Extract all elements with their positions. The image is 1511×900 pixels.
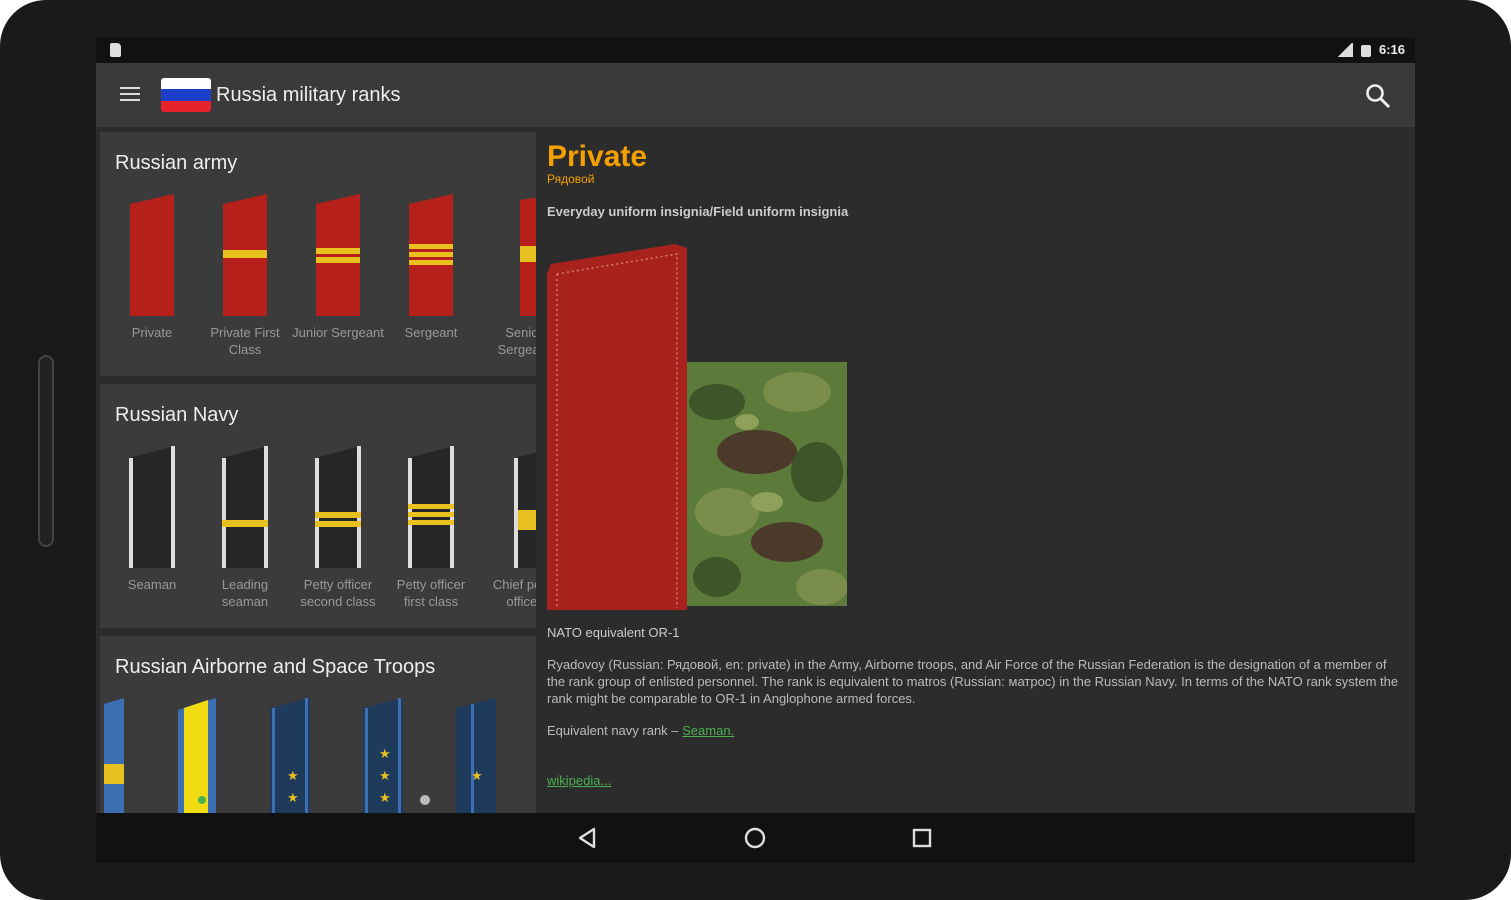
equiv-prefix: Equivalent navy rank – [547,723,683,738]
app-title: Russia military ranks [216,84,401,106]
nato-equivalent: NATO equivalent OR-1 [547,625,680,640]
navy-insignia [514,452,536,568]
rank-label: Petty officer second class [300,577,376,609]
navy-insignia [129,446,175,568]
rank-title: Private [547,140,648,173]
sd-card-icon [110,43,121,57]
app-bar: Russia military ranks [96,63,1415,127]
search-icon[interactable] [1365,83,1391,109]
back-icon[interactable] [576,826,600,850]
army-insignia [409,194,453,316]
rank-item-private[interactable]: Private [106,192,198,341]
army-insignia [316,194,360,316]
hardware-button [38,355,54,547]
rank-detail: Private Рядовой Everyday uniform insigni… [542,132,1415,861]
rank-label: Petty officer first class [396,577,466,609]
rank-item-senior-sergeant[interactable]: Senior Sergeant [478,192,536,358]
section-title: Russian Airborne and Space Troops [115,656,436,678]
screen: 6:16 Russia military ranks Russian army … [96,38,1415,861]
seaman-link[interactable]: Seaman. [682,723,734,738]
rank-label: Junior Sergeant [292,325,384,340]
status-bar: 6:16 [96,38,1415,63]
svg-text:★: ★ [379,746,391,761]
everyday-uniform-insignia [547,244,687,610]
uniform-label: Everyday uniform insignia/Field uniform … [547,204,849,219]
svg-text:★: ★ [287,768,299,783]
rank-label: Chief petty officer [492,577,536,609]
rank-item-petty-officer-second-class[interactable]: Petty officer second class [292,444,384,610]
field-uniform-insignia [687,362,847,606]
navy-card: Russian Navy Seaman Leading seaman Petty… [100,384,536,628]
rank-sections: Russian army Private Private First Class [100,132,536,861]
rank-description: Ryadovoy (Russian: Рядовой, en: private)… [547,657,1399,706]
menu-icon[interactable] [120,87,140,103]
wikipedia-link-container: wikipedia... [547,773,611,788]
rank-label: Senior Sergeant [497,325,536,357]
russia-flag-icon [161,78,211,112]
army-insignia [520,197,536,316]
navigation-bar [96,813,1415,863]
recents-icon[interactable] [910,826,934,850]
rank-item-junior-sergeant[interactable]: Junior Sergeant [292,192,384,341]
rank-label: Private First Class [210,325,280,357]
navy-insignia [408,446,454,568]
signal-icon [1336,42,1353,57]
rank-item-seaman[interactable]: Seaman [106,444,198,593]
section-title: Russian Navy [115,404,239,426]
rank-item-chief-petty-officer[interactable]: Chief petty officer [478,444,536,610]
navy-insignia [222,446,268,568]
svg-text:★: ★ [471,768,483,783]
army-card: Russian army Private Private First Class [100,132,536,376]
home-icon[interactable] [743,826,767,850]
status-time: 6:16 [1378,42,1405,57]
rank-label: Seaman [127,577,177,592]
rank-label: Sergeant [404,325,458,340]
rank-label: Private [131,325,173,340]
army-insignia [223,194,267,316]
equivalent-navy-rank: Equivalent navy rank – Seaman. [547,723,734,738]
airborne-insignia-row: ★ ★ ★ ★ ★ ★ [104,698,496,826]
svg-text:★: ★ [287,790,299,805]
army-insignia [130,194,174,316]
rank-item-private-first-class[interactable]: Private First Class [199,192,291,358]
rank-item-leading-seaman[interactable]: Leading seaman [199,444,291,610]
section-title: Russian army [115,152,238,174]
rank-subtitle: Рядовой [547,172,595,186]
rank-label: Leading seaman [221,577,269,609]
svg-text:★: ★ [379,790,391,805]
rank-item-petty-officer-first-class[interactable]: Petty officer first class [385,444,477,610]
battery-icon [1360,44,1371,57]
navy-insignia [315,446,361,568]
svg-text:★: ★ [379,768,391,783]
rank-item-sergeant[interactable]: Sergeant [385,192,477,341]
wikipedia-link[interactable]: wikipedia... [547,773,611,788]
